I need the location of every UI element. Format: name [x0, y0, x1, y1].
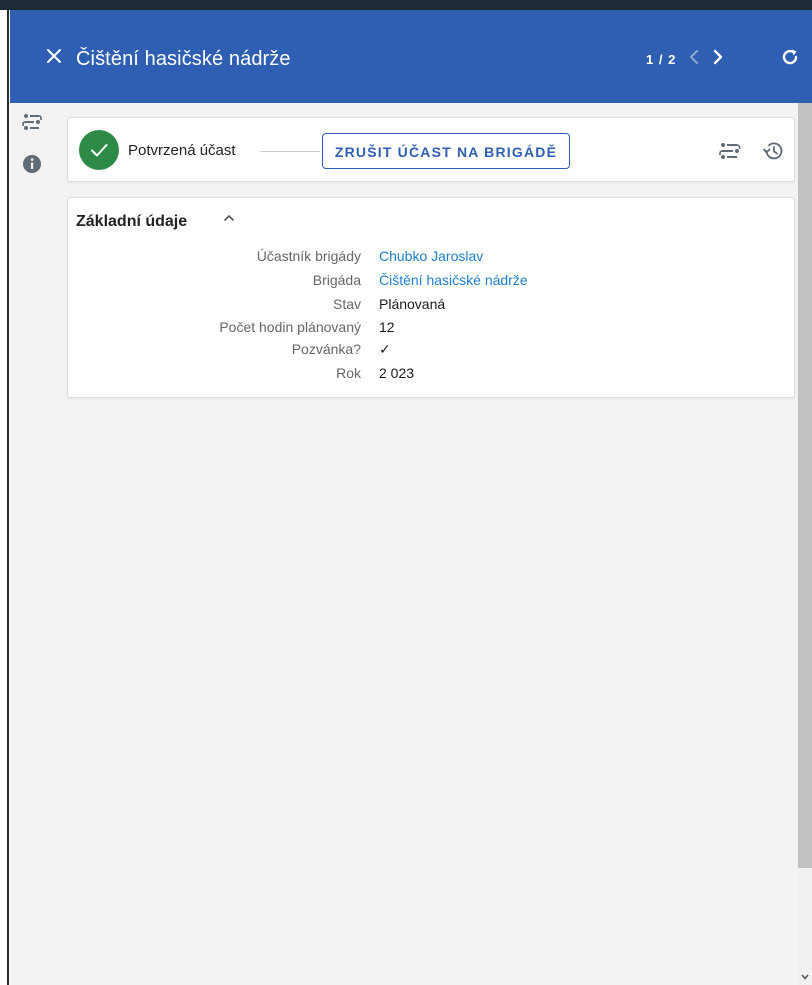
check-icon [79, 130, 119, 170]
workflow-icon[interactable] [22, 112, 42, 132]
close-icon[interactable] [44, 46, 64, 66]
chevron-left-icon[interactable] [686, 47, 704, 67]
refresh-icon[interactable] [780, 47, 800, 67]
scrollbar[interactable] [798, 103, 812, 985]
field-row-invitation: Pozvánka? ✓ [68, 341, 794, 361]
participation-status-card: Potvrzená účast ZRUŠIT ÚČAST NA BRIGÁDĚ [67, 117, 795, 182]
history-icon[interactable] [761, 139, 785, 163]
scrollbar-thumb[interactable] [798, 103, 812, 868]
detail-header: Čištění hasičské nádrže 1 / 2 [10, 10, 812, 103]
brigade-link[interactable]: Čištění hasičské nádrže [379, 272, 528, 288]
pager-indicator: 1 / 2 [646, 52, 677, 67]
app-frame: Čištění hasičské nádrže 1 / 2 Potvrzená … [0, 0, 812, 985]
field-label: Rok [336, 365, 361, 381]
cancel-participation-button[interactable]: ZRUŠIT ÚČAST NA BRIGÁDĚ [322, 133, 570, 169]
chevron-right-icon[interactable] [708, 47, 726, 67]
participant-link[interactable]: Chubko Jaroslav [379, 248, 483, 264]
field-value: Plánovaná [379, 296, 446, 312]
basic-info-card: Základní údaje Účastník brigády Chubko J… [67, 197, 795, 398]
field-label: Počet hodin plánovaný [219, 319, 361, 335]
invitation-check-value: ✓ [379, 341, 391, 357]
page-title: Čištění hasičské nádrže [76, 48, 291, 70]
field-label: Pozvánka? [291, 341, 361, 357]
field-value: 12 [379, 319, 395, 335]
chevron-up-icon[interactable] [219, 210, 239, 226]
side-rail [10, 103, 54, 985]
field-label: Brigáda [312, 272, 361, 288]
window-top-bar [0, 0, 812, 10]
scroll-down-icon[interactable] [800, 969, 810, 980]
field-row-brigade: Brigáda Čištění hasičské nádrže [68, 272, 794, 292]
section-title: Základní údaje [76, 213, 188, 230]
workflow-icon[interactable] [718, 139, 742, 163]
field-value: 2 023 [379, 365, 415, 381]
info-icon[interactable] [22, 154, 42, 174]
field-label: Stav [332, 296, 361, 312]
field-row-state: Stav Plánovaná [68, 296, 794, 316]
window-left-border [7, 10, 9, 985]
status-connector [260, 151, 320, 152]
field-label: Účastník brigády [256, 248, 361, 264]
field-row-participant: Účastník brigády Chubko Jaroslav [68, 248, 794, 268]
status-label: Potvrzená účast [128, 142, 236, 159]
field-row-year: Rok 2 023 [68, 365, 794, 385]
field-row-planned-hours: Počet hodin plánovaný 12 [68, 319, 794, 339]
